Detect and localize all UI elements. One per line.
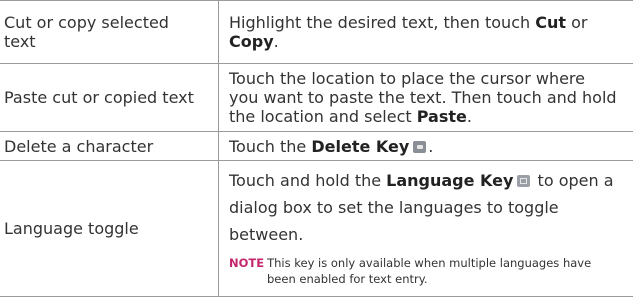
- action-cell: Paste cut or copied text: [0, 64, 219, 131]
- description-block: Touch and hold the Language Key to open …: [229, 167, 619, 287]
- language-key-icon: [517, 175, 531, 187]
- table-row: Language toggle Touch and hold the Langu…: [0, 160, 633, 297]
- copy-label: Copy: [229, 32, 274, 51]
- paste-label: Paste: [416, 107, 467, 126]
- action-label: Cut or copy selected text: [4, 13, 169, 51]
- table-row: Paste cut or copied text Touch the locat…: [0, 63, 633, 131]
- description-text: Touch the location to place the cursor w…: [229, 69, 617, 126]
- action-cell: Cut or copy selected text: [0, 1, 219, 63]
- description-cell: Touch the location to place the cursor w…: [219, 64, 633, 131]
- description-text: Highlight the desired text, then touch C…: [229, 13, 588, 51]
- description-text: Touch the Delete Key.: [229, 136, 434, 156]
- delete-key-icon: [413, 140, 427, 153]
- cut-label: Cut: [535, 13, 566, 32]
- description-text: Touch and hold the Language Key to open …: [229, 171, 614, 244]
- note: NOTE This key is only available when mult…: [229, 255, 619, 287]
- note-label: NOTE: [229, 256, 265, 270]
- description-cell: Highlight the desired text, then touch C…: [219, 1, 633, 63]
- note-line-1: This key is only available when multiple…: [267, 256, 592, 270]
- language-key-label: Language Key: [386, 171, 514, 190]
- action-cell: Language toggle: [0, 161, 219, 296]
- description-cell: Touch the Delete Key.: [219, 132, 633, 160]
- note-line-2: been enabled for text entry.: [267, 272, 428, 286]
- table-row: Delete a character Touch the Delete Key.: [0, 131, 633, 160]
- action-label: Paste cut or copied text: [4, 88, 194, 107]
- table-row: Cut or copy selected text Highlight the …: [0, 0, 633, 63]
- action-label: Delete a character: [4, 136, 154, 156]
- description-cell: Touch and hold the Language Key to open …: [219, 161, 633, 296]
- text-editing-table: Cut or copy selected text Highlight the …: [0, 0, 633, 298]
- action-label: Language toggle: [4, 219, 139, 238]
- action-cell: Delete a character: [0, 132, 219, 160]
- delete-key-label: Delete Key: [311, 136, 410, 156]
